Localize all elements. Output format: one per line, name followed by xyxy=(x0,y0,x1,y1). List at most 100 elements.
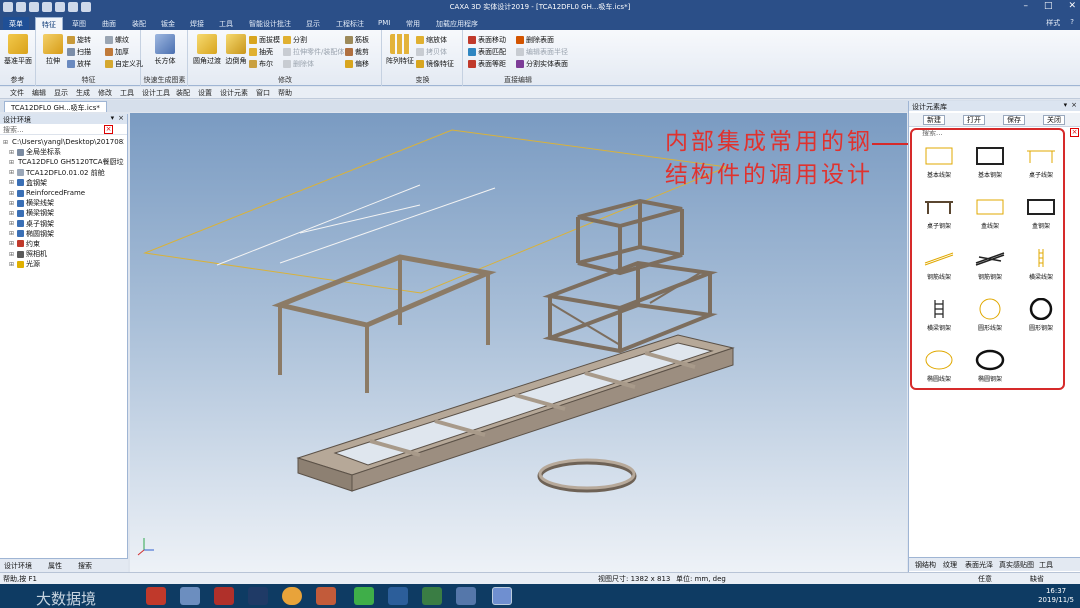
caxa-icon[interactable] xyxy=(492,587,512,605)
close-library-button[interactable]: 关闭 xyxy=(1043,115,1065,125)
tab-pmi[interactable]: PMI xyxy=(372,17,396,30)
library-element-beam-steel[interactable]: 横梁钢架 xyxy=(915,294,963,340)
expand-icon[interactable]: ⊞ xyxy=(9,159,14,166)
library-element-rebar-steel[interactable]: 钢筋钢架 xyxy=(966,243,1014,289)
pin-icon[interactable]: ▾ xyxy=(1064,101,1068,109)
tree-item[interactable]: ⊞ 全局坐标系 xyxy=(3,147,124,157)
menu-file[interactable]: 文件 xyxy=(10,88,24,98)
app-icon[interactable] xyxy=(422,587,442,605)
app-icon[interactable] xyxy=(456,587,476,605)
move-face-button[interactable]: 表面移动 xyxy=(468,35,506,45)
mirror-feature-button[interactable]: 镜像特征 xyxy=(416,59,454,69)
tree-item[interactable]: ⊞ TCA12DFL0 GH5120TCA餐厨垃圾 xyxy=(3,157,124,167)
match-face-button[interactable]: 表面匹配 xyxy=(468,47,506,57)
datum-plane-button[interactable]: 基准平面 xyxy=(3,34,33,66)
offset-face-button[interactable]: 表面等距 xyxy=(468,59,506,69)
library-element-table-steel[interactable]: 桌子钢架 xyxy=(915,192,963,238)
tab-weld[interactable]: 焊接 xyxy=(184,17,210,30)
fillet-button[interactable]: 圆角过渡 xyxy=(192,34,222,66)
app-icon[interactable] xyxy=(388,587,408,605)
offset-button[interactable]: 偏移 xyxy=(345,59,369,69)
boolean-button[interactable]: 布尔 xyxy=(249,59,273,69)
tree-item[interactable]: ⊞ 约束 xyxy=(3,239,124,249)
tree-item[interactable]: ⊞ C:\Users\yangl\Desktop\20170822 xyxy=(3,137,124,147)
tab-surface-gloss[interactable]: 表面光泽 xyxy=(965,560,993,570)
library-element-beam-line[interactable]: 横梁线架 xyxy=(1017,243,1065,289)
library-element-rect-steel[interactable]: 基本钢架 xyxy=(966,141,1014,187)
library-element-rebar-line[interactable]: 钢筋线架 xyxy=(915,243,963,289)
tree-item[interactable]: ⊞ 桌子钢架 xyxy=(3,219,124,229)
document-tab[interactable]: TCA12DFL0 GH...吸车.ics* xyxy=(4,101,107,112)
library-element-circle-steel[interactable]: 圆形钢架 xyxy=(1017,294,1065,340)
close-icon[interactable]: × xyxy=(1071,101,1077,109)
tab-sketch[interactable]: 草图 xyxy=(66,17,92,30)
expand-icon[interactable]: ⊞ xyxy=(9,261,15,268)
expand-icon[interactable]: ⊞ xyxy=(9,179,15,186)
tab-sheetmetal[interactable]: 钣金 xyxy=(155,17,181,30)
box-button[interactable]: 长方体 xyxy=(150,34,180,66)
expand-icon[interactable]: ⊞ xyxy=(9,200,15,207)
tree-item[interactable]: ⊞ 横梁线架 xyxy=(3,198,124,208)
pin-icon[interactable]: ▾ xyxy=(111,114,115,122)
menu-tools[interactable]: 工具 xyxy=(120,88,134,98)
menu-assembly[interactable]: 装配 xyxy=(176,88,190,98)
menu-modify[interactable]: 修改 xyxy=(98,88,112,98)
tab-search[interactable]: 搜索 xyxy=(78,561,92,571)
close-icon[interactable]: × xyxy=(118,114,124,122)
clear-library-search-icon[interactable]: × xyxy=(1070,128,1079,137)
photoshop-icon[interactable] xyxy=(248,587,268,605)
thicken-button[interactable]: 加厚 xyxy=(105,47,129,57)
tab-steel-structure[interactable]: 钢结构 xyxy=(915,560,936,570)
sweep-button[interactable]: 扫描 xyxy=(67,47,91,57)
clear-search-icon[interactable]: × xyxy=(104,125,113,134)
tab-smart-annotation[interactable]: 智能设计批注 xyxy=(243,17,297,30)
open-library-button[interactable]: 打开 xyxy=(963,115,985,125)
status-default[interactable]: 缺省 xyxy=(1030,574,1044,584)
tab-display[interactable]: 显示 xyxy=(300,17,326,30)
shell-button[interactable]: 抽壳 xyxy=(249,47,273,57)
tab-properties[interactable]: 属性 xyxy=(48,561,62,571)
menu-generate[interactable]: 生成 xyxy=(76,88,90,98)
tab-feature[interactable]: 特征 xyxy=(35,17,63,30)
wechat-icon[interactable] xyxy=(354,587,374,605)
library-element-circle-line[interactable]: 圆形线架 xyxy=(966,294,1014,340)
revolve-button[interactable]: 旋转 xyxy=(67,35,91,45)
tree-search-input[interactable]: 搜索... xyxy=(3,126,24,134)
library-element-ellipse-line[interactable]: 椭圆线架 xyxy=(915,345,963,391)
menu-window[interactable]: 窗口 xyxy=(256,88,270,98)
tree-item[interactable]: ⊞ TCA12DFL0.01.02 前舱 xyxy=(3,168,124,178)
rib-button[interactable]: 筋板 xyxy=(345,35,369,45)
copy-body-button[interactable]: 拷贝体 xyxy=(416,47,447,57)
custom-hole-button[interactable]: 自定义孔 xyxy=(105,59,143,69)
tree-item[interactable]: ⊞ ReinforcedFrame xyxy=(3,188,124,198)
library-element-table-line[interactable]: 桌子线架 xyxy=(1017,141,1065,187)
tab-tools[interactable]: 工具 xyxy=(213,17,239,30)
scale-body-button[interactable]: 缩放体 xyxy=(416,35,447,45)
tab-tools[interactable]: 工具 xyxy=(1039,560,1053,570)
menu-design-tools[interactable]: 设计工具 xyxy=(142,88,170,98)
split-solid-face-button[interactable]: 分割实体表面 xyxy=(516,59,568,69)
maximize-button[interactable]: □ xyxy=(1044,1,1053,11)
expand-icon[interactable]: ⊞ xyxy=(3,139,8,146)
app-icon[interactable] xyxy=(180,587,200,605)
tree-item[interactable]: ⊞ 椭圆钢架 xyxy=(3,229,124,239)
expand-icon[interactable]: ⊞ xyxy=(9,210,15,217)
trim-button[interactable]: 裁剪 xyxy=(345,47,369,57)
tab-menu[interactable]: 菜单 xyxy=(3,17,29,30)
tab-design-environment[interactable]: 设计环境 xyxy=(4,561,32,571)
help-icon[interactable]: ? xyxy=(1070,18,1074,28)
expand-icon[interactable]: ⊞ xyxy=(9,169,15,176)
minimize-button[interactable]: – xyxy=(1023,1,1028,11)
tab-common[interactable]: 常用 xyxy=(400,17,426,30)
edit-face-radius-button[interactable]: 编辑表面半径 xyxy=(516,47,568,57)
expand-icon[interactable]: ⊞ xyxy=(9,190,15,197)
status-snap[interactable]: 任意 xyxy=(978,574,992,584)
chrome-icon[interactable] xyxy=(282,587,302,605)
thread-button[interactable]: 螺纹 xyxy=(105,35,129,45)
library-element-ellipse-steel[interactable]: 椭圆钢架 xyxy=(966,345,1014,391)
tab-assembly[interactable]: 装配 xyxy=(126,17,152,30)
expand-icon[interactable]: ⊞ xyxy=(9,230,15,237)
tab-texture[interactable]: 纹理 xyxy=(943,560,957,570)
solidworks-icon[interactable] xyxy=(214,587,234,605)
tab-addins[interactable]: 加载应用程序 xyxy=(430,17,484,30)
